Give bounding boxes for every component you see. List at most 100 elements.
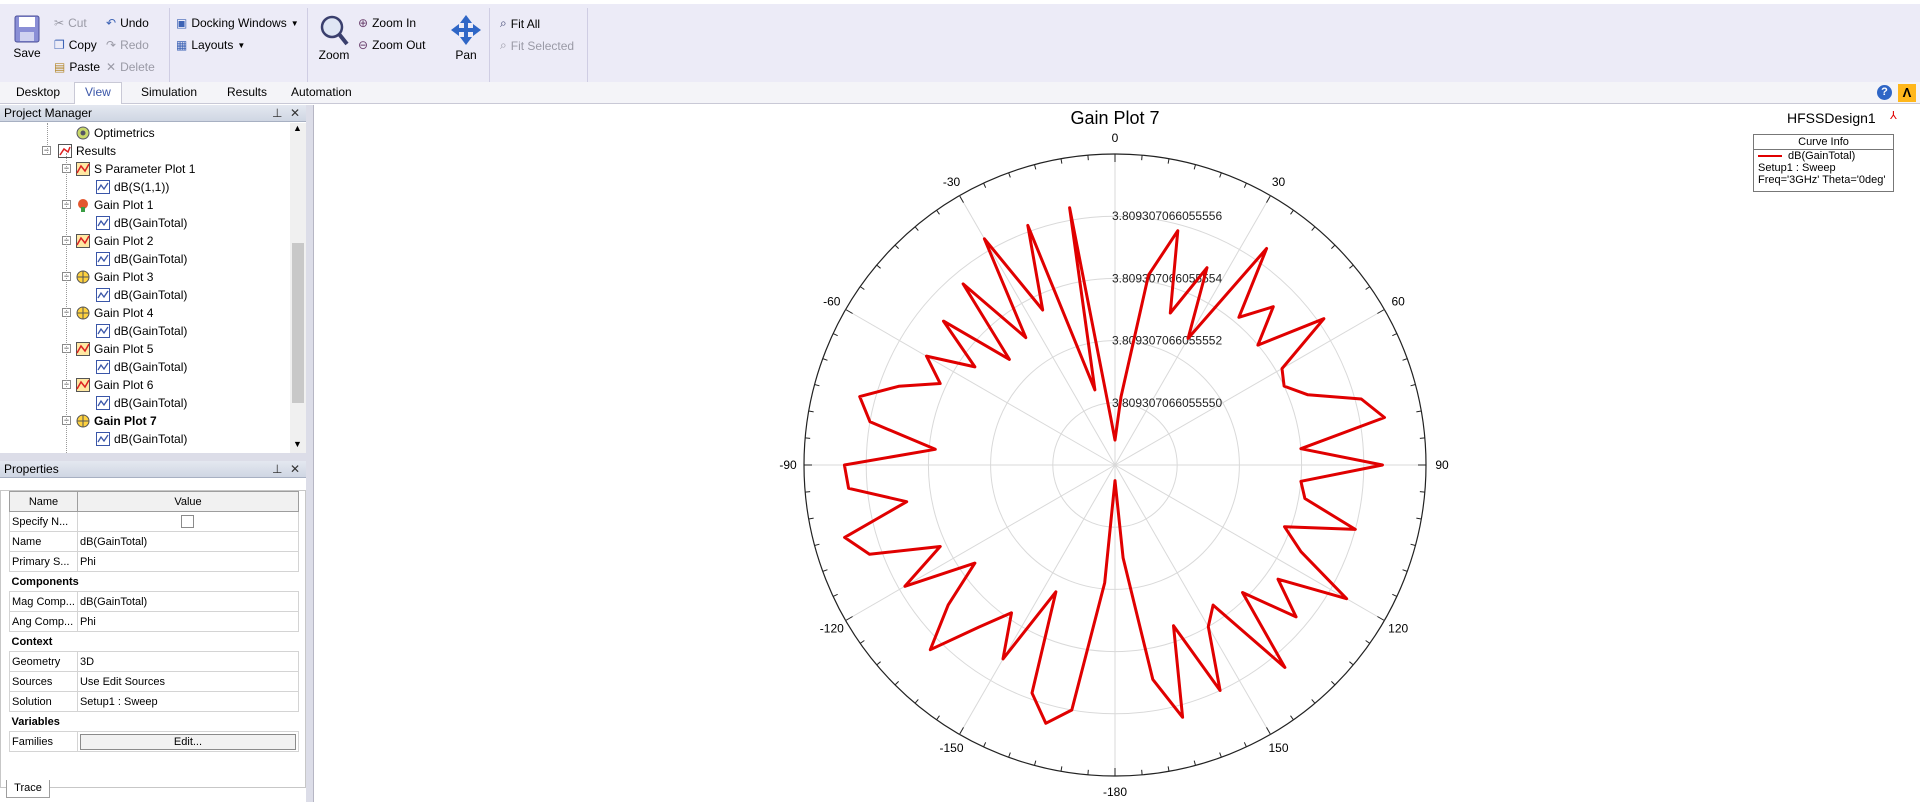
property-row[interactable]: Sources Use Edit Sources	[9, 671, 300, 692]
tree-item[interactable]: Gain Plot 2	[76, 233, 153, 249]
tree-trace-item[interactable]: dB(S(1,1))	[96, 179, 169, 195]
angle-tick	[1416, 517, 1422, 520]
angle-tick	[1167, 158, 1170, 164]
fit-selected-label: Fit Selected	[510, 38, 575, 53]
tree-trace-item[interactable]: dB(GainTotal)	[96, 215, 187, 231]
tree-item-label: dB(S(1,1))	[114, 180, 170, 194]
tree-trace-item[interactable]: dB(GainTotal)	[96, 431, 187, 447]
property-value[interactable]: dB(GainTotal)	[76, 531, 300, 552]
help-icon[interactable]: ?	[1877, 85, 1892, 100]
property-row[interactable]: Name dB(GainTotal)	[9, 531, 300, 552]
angle-tick	[1034, 164, 1037, 170]
close-icon[interactable]: ✕	[290, 106, 300, 120]
tree-item[interactable]: Gain Plot 7	[76, 413, 157, 429]
tree-item[interactable]: Gain Plot 3	[76, 269, 153, 285]
property-row[interactable]: Families Edit...	[9, 731, 300, 752]
tab-desktop[interactable]: Desktop	[16, 85, 60, 99]
zoom-out-button[interactable]: ⊖ Zoom Out	[358, 38, 425, 52]
property-value[interactable]: Setup1 : Sweep	[76, 691, 300, 712]
angle-tick	[983, 742, 987, 748]
property-value-button[interactable]: Edit...	[76, 731, 300, 752]
tab-view[interactable]: View	[74, 82, 122, 104]
tree-item[interactable]: Gain Plot 6	[76, 377, 153, 393]
tree-item[interactable]: S Parameter Plot 1	[76, 161, 195, 177]
property-row[interactable]: Solution Setup1 : Sweep	[9, 691, 300, 712]
angle-tick	[1060, 766, 1063, 772]
property-name: Solution	[9, 691, 78, 712]
delete-button[interactable]: ✕ Delete	[106, 60, 155, 74]
property-value[interactable]: 3D	[76, 651, 300, 672]
tree-item[interactable]: Gain Plot 5	[76, 341, 153, 357]
property-value[interactable]: Phi	[76, 611, 300, 632]
angle-tick	[1008, 752, 1011, 758]
pan-button[interactable]: Pan	[448, 14, 484, 62]
property-row[interactable]: Primary S... Phi	[9, 551, 300, 572]
angle-tick	[936, 715, 940, 721]
property-category-row[interactable]: Variables	[9, 711, 299, 732]
clipboard-group: Save ✂ Cut ❐ Copy ▤ Paste ↶ Undo ↷ Redo …	[0, 8, 170, 82]
tree-trace-item[interactable]: dB(GainTotal)	[96, 395, 187, 411]
properties-table: Name Value Specify N... Name dB(GainTotal)…	[9, 491, 300, 752]
edit-families-button[interactable]: Edit...	[79, 733, 296, 750]
vertical-splitter[interactable]	[306, 105, 313, 802]
zoom-in-button[interactable]: ⊕ Zoom In	[358, 16, 416, 30]
cut-button[interactable]: ✂ Cut	[54, 16, 87, 30]
project-tree-scrollbar[interactable]: ▲ ▼	[290, 123, 306, 453]
paste-button[interactable]: ▤ Paste	[54, 60, 100, 74]
property-value[interactable]: dB(GainTotal)	[76, 591, 300, 612]
pin-icon[interactable]: ⊥	[272, 462, 282, 476]
scroll-up-icon[interactable]: ▲	[293, 123, 302, 133]
property-value[interactable]: Use Edit Sources	[76, 671, 300, 692]
chevron-down-icon: ▼	[290, 18, 299, 28]
tree-trace-item[interactable]: dB(GainTotal)	[96, 323, 187, 339]
tree-item[interactable]: Optimetrics	[76, 125, 155, 141]
project-tree: Optimetrics Results − S Parameter Plot 1− dB…	[0, 123, 306, 453]
scrollbar-thumb[interactable]	[292, 243, 304, 403]
magnifier-icon	[320, 15, 349, 46]
redo-button[interactable]: ↷ Redo	[106, 38, 149, 52]
property-row[interactable]: Specify N...	[9, 511, 300, 532]
tree-trace-item[interactable]: dB(GainTotal)	[96, 251, 187, 267]
angle-tick	[936, 209, 940, 215]
property-name: Families	[9, 731, 78, 752]
property-category-row[interactable]: Context	[9, 631, 299, 652]
close-icon[interactable]: ✕	[290, 462, 300, 476]
polar-chart[interactable]: Gain Plot 7 0 30 60 90 120 150 -180 -150 -120 -90 -…	[314, 105, 1920, 802]
property-row[interactable]: Ang Comp... Phi	[9, 611, 300, 632]
fit-selected-button[interactable]: ⌕ Fit Selected	[500, 38, 574, 53]
tree-item[interactable]: Gain Plot 1	[76, 197, 153, 213]
copy-button[interactable]: ❐ Copy	[54, 38, 97, 52]
pin-icon[interactable]: ⊥	[272, 106, 282, 120]
tab-simulation[interactable]: Simulation	[141, 85, 197, 99]
tab-trace[interactable]: Trace	[6, 780, 50, 798]
polar-plot-icon	[76, 306, 90, 320]
layouts-button[interactable]: ▦ Layouts ▼	[176, 38, 245, 52]
angle-tick	[814, 543, 820, 546]
undo-button[interactable]: ↶ Undo	[106, 16, 149, 30]
pan-arrows-icon	[451, 15, 481, 45]
zoom-button[interactable]: Zoom	[316, 14, 352, 62]
tab-results[interactable]: Results	[227, 85, 267, 99]
plot-window[interactable]: Gain Plot 7 0 30 60 90 120 150 -180 -150 -120 -90 -…	[313, 105, 1920, 802]
docking-windows-icon: ▣	[176, 16, 188, 30]
tree-item[interactable]: Gain Plot 4	[76, 305, 153, 321]
angle-tick	[1331, 244, 1336, 249]
property-row[interactable]: Geometry 3D	[9, 651, 300, 672]
redo-label: Redo	[120, 38, 149, 52]
grid-spoke	[959, 195, 1116, 466]
property-category-row[interactable]: Components	[9, 571, 299, 592]
property-value-checkbox[interactable]	[76, 511, 300, 532]
property-value[interactable]: Phi	[76, 551, 300, 572]
fit-all-button[interactable]: ⌕ Fit All	[500, 16, 540, 31]
tree-item-label: Gain Plot 3	[94, 270, 154, 284]
tree-trace-item[interactable]: dB(GainTotal)	[96, 287, 187, 303]
scroll-down-icon[interactable]: ▼	[293, 439, 302, 449]
property-row[interactable]: Mag Comp... dB(GainTotal)	[9, 591, 300, 612]
save-button[interactable]: Save	[8, 14, 46, 60]
curve-info-legend[interactable]: Curve Info dB(GainTotal) Setup1 : Sweep …	[1753, 134, 1894, 192]
tab-automation[interactable]: Automation	[291, 85, 352, 99]
docking-windows-button[interactable]: ▣ Docking Windows ▼	[176, 16, 299, 30]
tree-trace-item[interactable]: dB(GainTotal)	[96, 359, 187, 375]
angle-tick	[1410, 543, 1416, 546]
checkbox[interactable]	[181, 515, 195, 528]
